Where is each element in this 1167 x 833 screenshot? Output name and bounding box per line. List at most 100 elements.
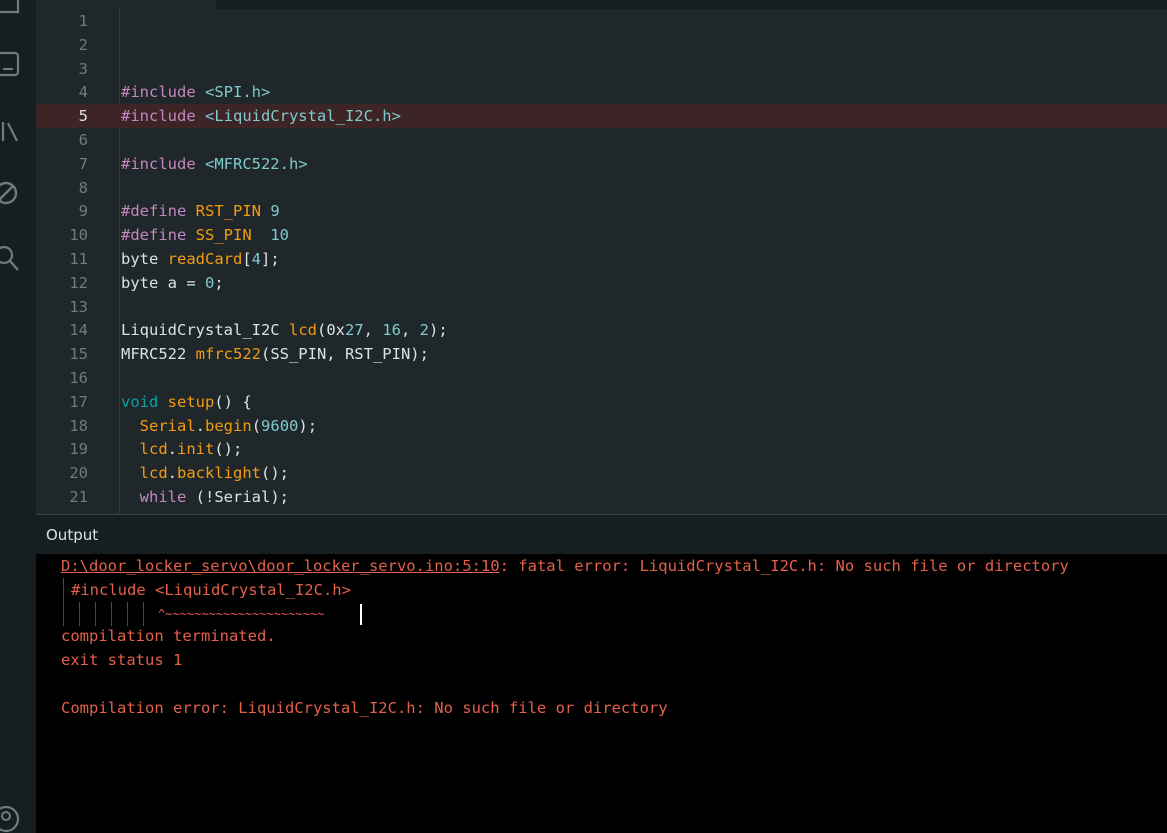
code-text: byte readCard[4]; [121,247,280,271]
line-number: 5 [78,107,88,126]
line-number: 8 [78,178,88,197]
code-text: Serial.begin(9600); [121,414,317,438]
code-token: byte a = [121,273,205,292]
code-token: ( [251,416,262,435]
line-number: 20 [69,464,88,483]
code-line[interactable]: 21 while (!Serial); [36,485,1167,509]
code-line[interactable]: 7 #include <MFRC522.h> [36,152,1167,176]
indent-guide [63,602,64,626]
code-line[interactable]: 4 #include <SPI.h> [36,80,1167,104]
code-line[interactable]: 20 lcd.backlight(); [36,461,1167,485]
error-caret: ^~~~~~~~~~~~~~~~~~~~~~~ [158,607,325,621]
code-token: ); [298,416,318,435]
code-editor[interactable]: 1 2 3 4 #include <SPI.h> 5 #include <LiquidCry… [36,0,1167,514]
code-line[interactable]: 15 MFRC522 mfrc522(SS_PIN, RST_PIN); [36,342,1167,366]
line-number: 9 [78,202,88,221]
code-line[interactable]: 18 Serial.begin(9600); [36,414,1167,438]
code-token: lcd [139,464,168,483]
code-line[interactable]: 19 lcd.init(); [36,437,1167,461]
code-token: #define [121,202,187,221]
code-token: #include [121,83,196,102]
error-message: : fatal error: LiquidCrystal_I2C.h: No s… [499,557,1069,575]
line-number: 10 [69,226,88,245]
code-line[interactable]: 14 LiquidCrystal_I2C lcd(0x27, 16, 2); [36,318,1167,342]
debug-icon[interactable] [0,178,21,208]
search-icon[interactable] [0,243,21,273]
indent-guide [95,602,96,626]
line-number: 19 [69,440,88,459]
account-icon[interactable] [0,804,21,833]
indent-guide [127,602,128,626]
text-cursor [360,604,362,625]
code-token: (); [214,440,243,459]
code-line[interactable]: 6 [36,128,1167,152]
code-token: 2 [419,321,430,340]
active-tab[interactable] [36,0,216,9]
output-console[interactable]: D:\door_locker_servo\door_locker_servo.i… [36,554,1167,833]
indent-guide [63,578,64,602]
code-token: 4 [251,250,262,268]
code-token: , [401,321,420,340]
code-token: begin [205,416,252,435]
code-token: RST_PIN [195,202,261,221]
code-text: MFRC522 mfrc522(SS_PIN, RST_PIN); [121,342,429,366]
code-line[interactable]: 9 #define RST_PIN 9 [36,199,1167,223]
output-panel-header: Output [36,514,1167,554]
line-number: 11 [69,250,88,268]
code-token: ); [429,321,448,340]
code-text: void setup() { [121,390,252,414]
code-token: mfrc522 [195,345,261,364]
code-token: setup [167,392,215,411]
code-line[interactable]: 2 [36,33,1167,57]
code-text: LiquidCrystal_I2C lcd(0x27, 16, 2); [121,318,448,342]
code-line[interactable]: 1 [36,9,1167,33]
library-icon[interactable] [0,114,21,144]
indent-guide [111,602,112,626]
code-line[interactable]: 3 [36,57,1167,81]
indent-guide [143,602,144,626]
code-line[interactable]: 13 [36,295,1167,319]
error-location-link[interactable]: D:\door_locker_servo\door_locker_servo.i… [61,557,500,575]
code-text: lcd.backlight(); [121,461,289,485]
code-line[interactable]: 11 byte readCard[4]; [36,247,1167,271]
activity-bar [0,0,36,833]
line-number: 7 [78,154,88,173]
code-text: #include <SPI.h> [121,80,270,104]
code-text: #define RST_PIN 9 [121,199,280,223]
line-number: 12 [69,273,88,292]
code-token: lcd [288,321,317,340]
code-token: [ [242,250,252,268]
code-token: (); [261,464,290,483]
code-token: #define [121,226,187,245]
line-number: 13 [69,297,88,316]
code-token: 9600 [261,416,299,435]
code-line[interactable]: 17 void setup() { [36,390,1167,414]
code-token: 9 [270,202,280,221]
code-line[interactable]: 12 byte a = 0; [36,271,1167,295]
code-line[interactable]: 5 #include <LiquidCrystal_I2C.h> [36,104,1167,129]
code-token: (0x [316,321,345,340]
code-text: lcd.init(); [121,437,243,461]
line-number: 4 [78,83,88,102]
code-token: . [167,464,178,483]
indent-guide [79,602,80,626]
board-icon[interactable] [0,48,21,78]
error-line: D:\door_locker_servo\door_locker_servo.i… [61,554,1069,578]
code-token: () { [214,392,252,411]
code-line[interactable]: 16 [36,366,1167,390]
code-token: lcd [139,440,168,459]
code-line[interactable]: 8 [36,176,1167,200]
code-token: 10 [270,226,290,245]
code-token: . [195,416,206,435]
folder-icon[interactable] [0,0,21,16]
code-line[interactable]: 10 #define SS_PIN 10 [36,223,1167,247]
code-token: <LiquidCrystal_I2C.h> [195,107,401,126]
error-include-line: #include <LiquidCrystal_I2C.h> [71,581,351,599]
code-text: #include <MFRC522.h> [121,152,308,176]
code-token: MFRC522 [121,345,196,364]
line-number: 14 [69,321,88,340]
